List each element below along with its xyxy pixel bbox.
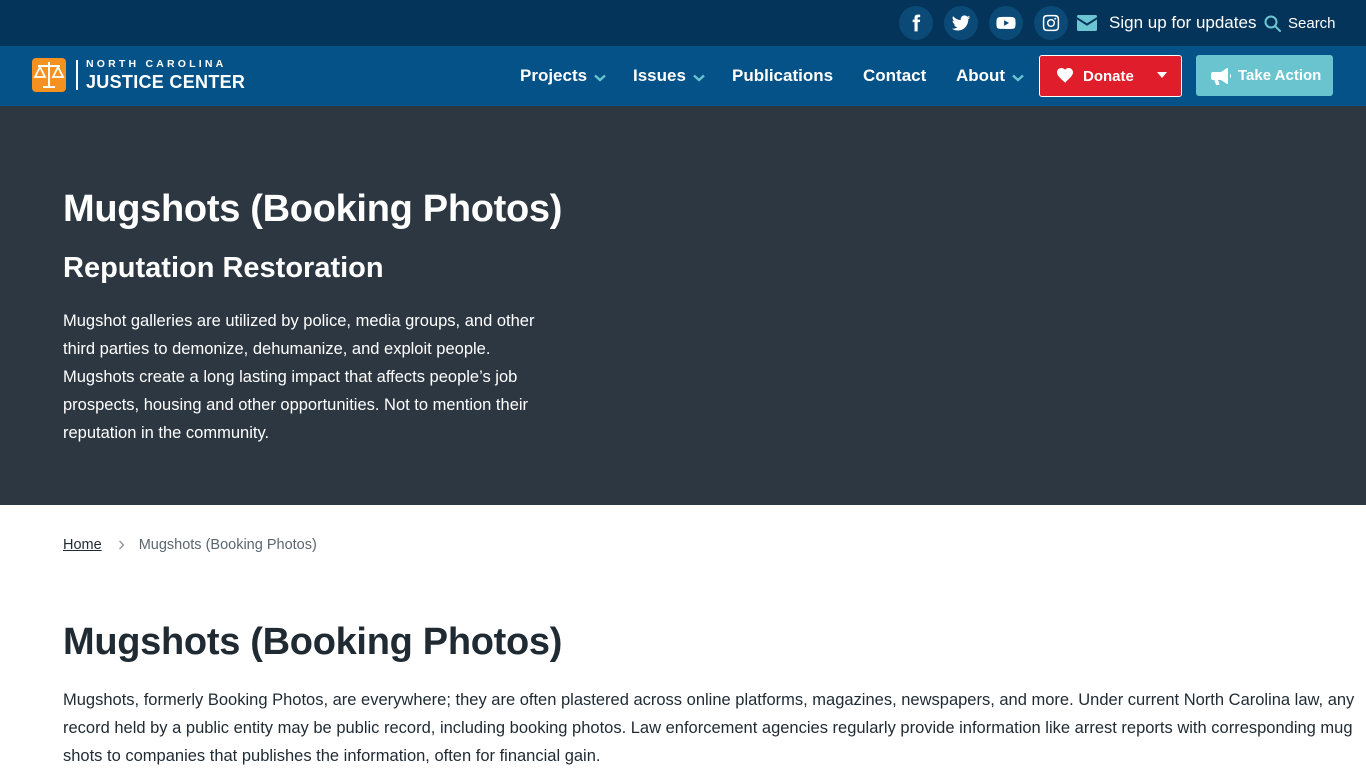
signup-link[interactable]: Sign up for updates [1077, 0, 1256, 46]
search-button[interactable]: Search [1264, 0, 1336, 46]
nav-item-label: Contact [863, 66, 927, 85]
signup-label: Sign up for updates [1109, 13, 1257, 32]
nav-item-label: About [956, 66, 1006, 85]
take-action-button[interactable]: Take Action [1196, 55, 1333, 96]
chevron-down-icon [1012, 74, 1024, 82]
justice-center-logo-icon [32, 58, 66, 92]
envelope-icon [1077, 15, 1097, 31]
content-line: Mugshots, formerly Booking Photos, are e… [63, 691, 1355, 709]
main-navigation: NORTH CAROLINA JUSTICE CENTER Projects I… [0, 46, 1366, 106]
nav-item-label: Projects [520, 66, 588, 85]
nav-item-publications[interactable]: Publications [732, 46, 833, 106]
twitter-link[interactable] [944, 6, 978, 40]
logo-text: NORTH CAROLINA JUSTICE CENTER [86, 59, 245, 91]
chevron-down-icon [693, 74, 705, 82]
twitter-icon [951, 15, 971, 31]
youtube-icon [996, 16, 1016, 30]
take-action-label: Take Action [1238, 67, 1322, 84]
nav-item-projects[interactable]: Projects [520, 46, 606, 106]
breadcrumb-home-link[interactable]: Home [63, 537, 102, 553]
donate-label: Donate [1083, 67, 1134, 85]
content-title: Mugshots (Booking Photos) [63, 621, 563, 663]
nav-item-issues[interactable]: Issues [633, 46, 705, 106]
logo-text-bottom: JUSTICE CENTER [86, 71, 246, 92]
logo-text-top: NORTH CAROLINA [86, 58, 227, 71]
nav-item-contact[interactable]: Contact [863, 46, 926, 106]
breadcrumb-current: Mugshots (Booking Photos) [138, 537, 317, 553]
instagram-icon [1042, 14, 1060, 32]
caret-down-icon[interactable] [1157, 72, 1167, 78]
heart-icon [1057, 68, 1073, 84]
hero-section: Mugshots (Booking Photos) Reputation Res… [0, 106, 1366, 505]
breadcrumb: Home Mugshots (Booking Photos) [63, 537, 317, 553]
hero-subtitle: Reputation Restoration [63, 252, 384, 284]
nav-item-label: Publications [732, 66, 834, 85]
search-icon [1264, 15, 1281, 32]
instagram-link[interactable] [1034, 6, 1068, 40]
chevron-right-icon [118, 540, 125, 550]
content-line: shots to companies that publishes the in… [63, 747, 601, 765]
facebook-icon [912, 14, 921, 32]
content-body: Mugshots, formerly Booking Photos, are e… [63, 686, 1366, 770]
site-logo[interactable]: NORTH CAROLINA JUSTICE CENTER [32, 58, 245, 92]
logo-divider [76, 60, 78, 90]
nav-item-about[interactable]: About [956, 46, 1024, 106]
top-utility-bar: Sign up for updates Search [0, 0, 1366, 46]
hero-description: Mugshot galleries are utilized by police… [63, 312, 535, 442]
chevron-down-icon [594, 74, 606, 82]
nav-item-label: Issues [633, 66, 686, 85]
hero-title: Mugshots (Booking Photos) [63, 188, 563, 230]
donate-button[interactable]: Donate [1039, 55, 1182, 97]
facebook-link[interactable] [899, 6, 933, 40]
megaphone-icon [1211, 67, 1231, 85]
content-line: record held by a public entity may be pu… [63, 719, 1353, 737]
search-label: Search [1288, 14, 1336, 32]
youtube-link[interactable] [989, 6, 1023, 40]
